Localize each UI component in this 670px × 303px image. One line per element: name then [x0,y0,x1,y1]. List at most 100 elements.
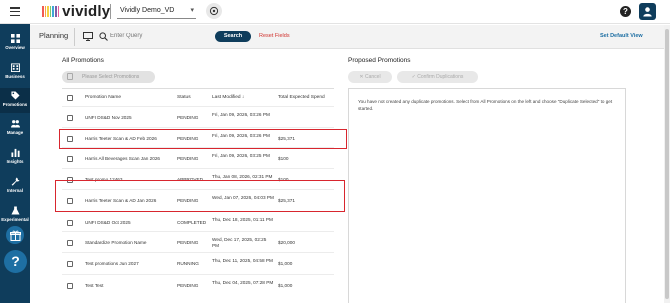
cancel-button[interactable]: ✕ Cancel [348,71,392,83]
table-row[interactable]: Test promo 12463 APPROVED Thu, Jan 08, 202… [62,168,334,189]
reset-fields-button[interactable]: Reset Fields [259,33,290,39]
last-modified: Fri, Jan 09, 2026, 03:26 PM [212,132,270,138]
row-checkbox[interactable] [67,260,73,267]
promotion-name[interactable]: Test promotions Jun 2027 [85,261,173,267]
promotion-name[interactable]: UNFI DS&D Nov 2025 [85,115,173,121]
vividly-logo[interactable]: vividly [42,2,111,20]
proposed-promotions-panel: You have not created any duplicate promo… [348,88,626,303]
sidebar-item-label: Promotions [2,102,28,107]
column-header-status[interactable]: Status [177,95,191,100]
expected-spend: $25,371 [278,135,295,141]
tag-icon [10,91,20,100]
confirm-duplications-button[interactable]: ✓ Confirm Duplications [397,71,478,83]
user-account-icon[interactable] [639,3,656,20]
sort-arrow-down-icon: ↓ [241,95,245,100]
promotion-name[interactable]: Test Test [85,283,173,289]
expected-spend: $25,371 [278,197,295,203]
proposed-promotions-title: Proposed Promotions [348,57,411,64]
sidebar-item-internal[interactable]: Internal [0,177,30,199]
switch-environment-icon[interactable] [206,3,222,19]
row-checkbox[interactable] [67,282,73,289]
logo-bar [47,5,49,17]
sidebar-item-promotions[interactable]: Promotions [0,88,30,113]
gift-icon[interactable] [6,226,24,244]
page-title: Planning [39,31,69,40]
column-header-name[interactable]: Promotion Name [85,95,121,100]
row-checkbox[interactable] [67,219,73,226]
sidebar-item-insights[interactable]: Insights [0,148,30,170]
checkmark-icon: ✓ [411,74,416,80]
promotion-name[interactable]: Harris All Beverages Scan Jan 2026 [85,156,173,162]
page-scrollbar[interactable] [664,25,670,303]
expected-spend: $100 [278,176,289,182]
set-default-view-link[interactable]: Set Default View [600,33,643,39]
environment-select[interactable]: Vividly Demo_VD ▾ [117,4,196,19]
row-checkbox[interactable] [67,114,73,121]
select-all-checkbox[interactable] [67,95,73,101]
logo-bars-icon [42,5,60,17]
table-row[interactable]: Harris Teeter Scan & AD Feb 2026 PENDING F… [62,127,334,148]
bar-chart-icon [10,148,20,157]
search-button[interactable]: Search [215,31,251,42]
row-checkbox[interactable] [67,155,73,162]
expected-spend: $1,000 [278,260,293,266]
help-icon[interactable]: ? [620,6,631,17]
expected-spend: $1,000 [278,282,293,288]
logo-bar [44,5,47,17]
promotion-status: PENDING [177,197,199,203]
people-icon [10,120,20,128]
row-checkbox[interactable] [67,135,73,142]
sidebar-item-label: Overview [5,45,25,50]
last-modified: Wed, Jan 07, 2026, 04:03 PM [212,194,274,200]
expected-spend: $20,000 [278,239,295,245]
top-bar: vividly Vividly Demo_VD ▾ ? [0,0,670,24]
promotion-name[interactable]: Harris Teeter Scan & AD Jan 2026 [85,198,173,204]
promotions-table: Promotion Name Status Last Modified ↓ To… [62,88,334,303]
promotion-status: PENDING [177,282,199,288]
column-header-spend[interactable]: Total Expected Spend [278,95,325,100]
query-input[interactable] [110,30,210,42]
table-row[interactable]: Harris Teeter Scan & AD Jan 2026 PENDING W… [62,189,334,210]
sidebar-item-overview[interactable]: Overview [0,34,30,56]
sidebar-item-manage[interactable]: Manage [0,119,30,141]
planning-toolbar: Planning Search Reset Fields Set Default… [30,25,664,49]
row-checkbox[interactable] [67,239,73,246]
help-chat-button[interactable]: ? [4,250,27,273]
promotion-status: PENDING [177,135,199,141]
row-checkbox[interactable] [67,176,73,183]
monitor-icon[interactable] [83,32,93,41]
promotion-name[interactable]: Harris Teeter Scan & AD Feb 2026 [85,136,173,142]
select-promotions-button[interactable]: Please Select Promotions [62,71,155,83]
table-row[interactable]: UNFI DS&D Oct 2025 COMPLETED Thu, Dec 18, … [62,211,334,232]
brand-name: vividly [62,2,111,20]
empty-state-message: You have not created any duplicate promo… [358,99,613,111]
logo-bar [54,5,57,17]
promotion-name[interactable]: Test promo 12463 [85,177,173,183]
promotion-name[interactable]: Standardize Promotion Name [85,240,173,246]
table-row[interactable]: Test promotions Jun 2027 RUNNING Thu, Dec … [62,252,334,273]
column-header-last-modified[interactable]: Last Modified ↓ [212,95,244,100]
promotion-status: PENDING [177,239,199,245]
logo-bar [42,5,44,17]
logo-bar [49,5,52,17]
flask-icon [10,206,20,215]
last-modified: Thu, Jan 08, 2026, 02:31 PM [212,173,273,179]
table-row[interactable]: Harris All Beverages Scan Jan 2026 PENDIN… [62,147,334,168]
table-row[interactable]: UNFI DS&D Nov 2025 PENDING Fri, Jan 09, 20… [62,106,334,127]
scrollbar-thumb[interactable] [665,29,669,299]
table-row[interactable]: Standardize Promotion Name PENDING Wed, De… [62,231,334,252]
sidebar-item-experimental[interactable]: Experimental [0,206,30,228]
sidebar-item-business[interactable]: Business [0,63,30,85]
row-checkbox[interactable] [67,197,73,204]
promotion-status: COMPLETED [177,219,207,225]
left-sidebar: Overview Business Promotions Manage Insi… [0,24,30,303]
hamburger-menu-icon[interactable] [10,7,20,17]
grid-icon [10,34,20,43]
table-row[interactable]: Test Test PENDING Thu, Dec 04, 2025, 07:28… [62,274,334,295]
last-modified: Fri, Jan 09, 2026, 03:26 PM [212,111,270,117]
promotion-name[interactable]: UNFI DS&D Oct 2025 [85,220,173,226]
wrench-icon [11,177,20,186]
last-modified: Fri, Jan 09, 2026, 03:25 PM [212,152,270,158]
select-promotions-label: Please Select Promotions [82,74,140,80]
expected-spend: $100 [278,155,289,161]
